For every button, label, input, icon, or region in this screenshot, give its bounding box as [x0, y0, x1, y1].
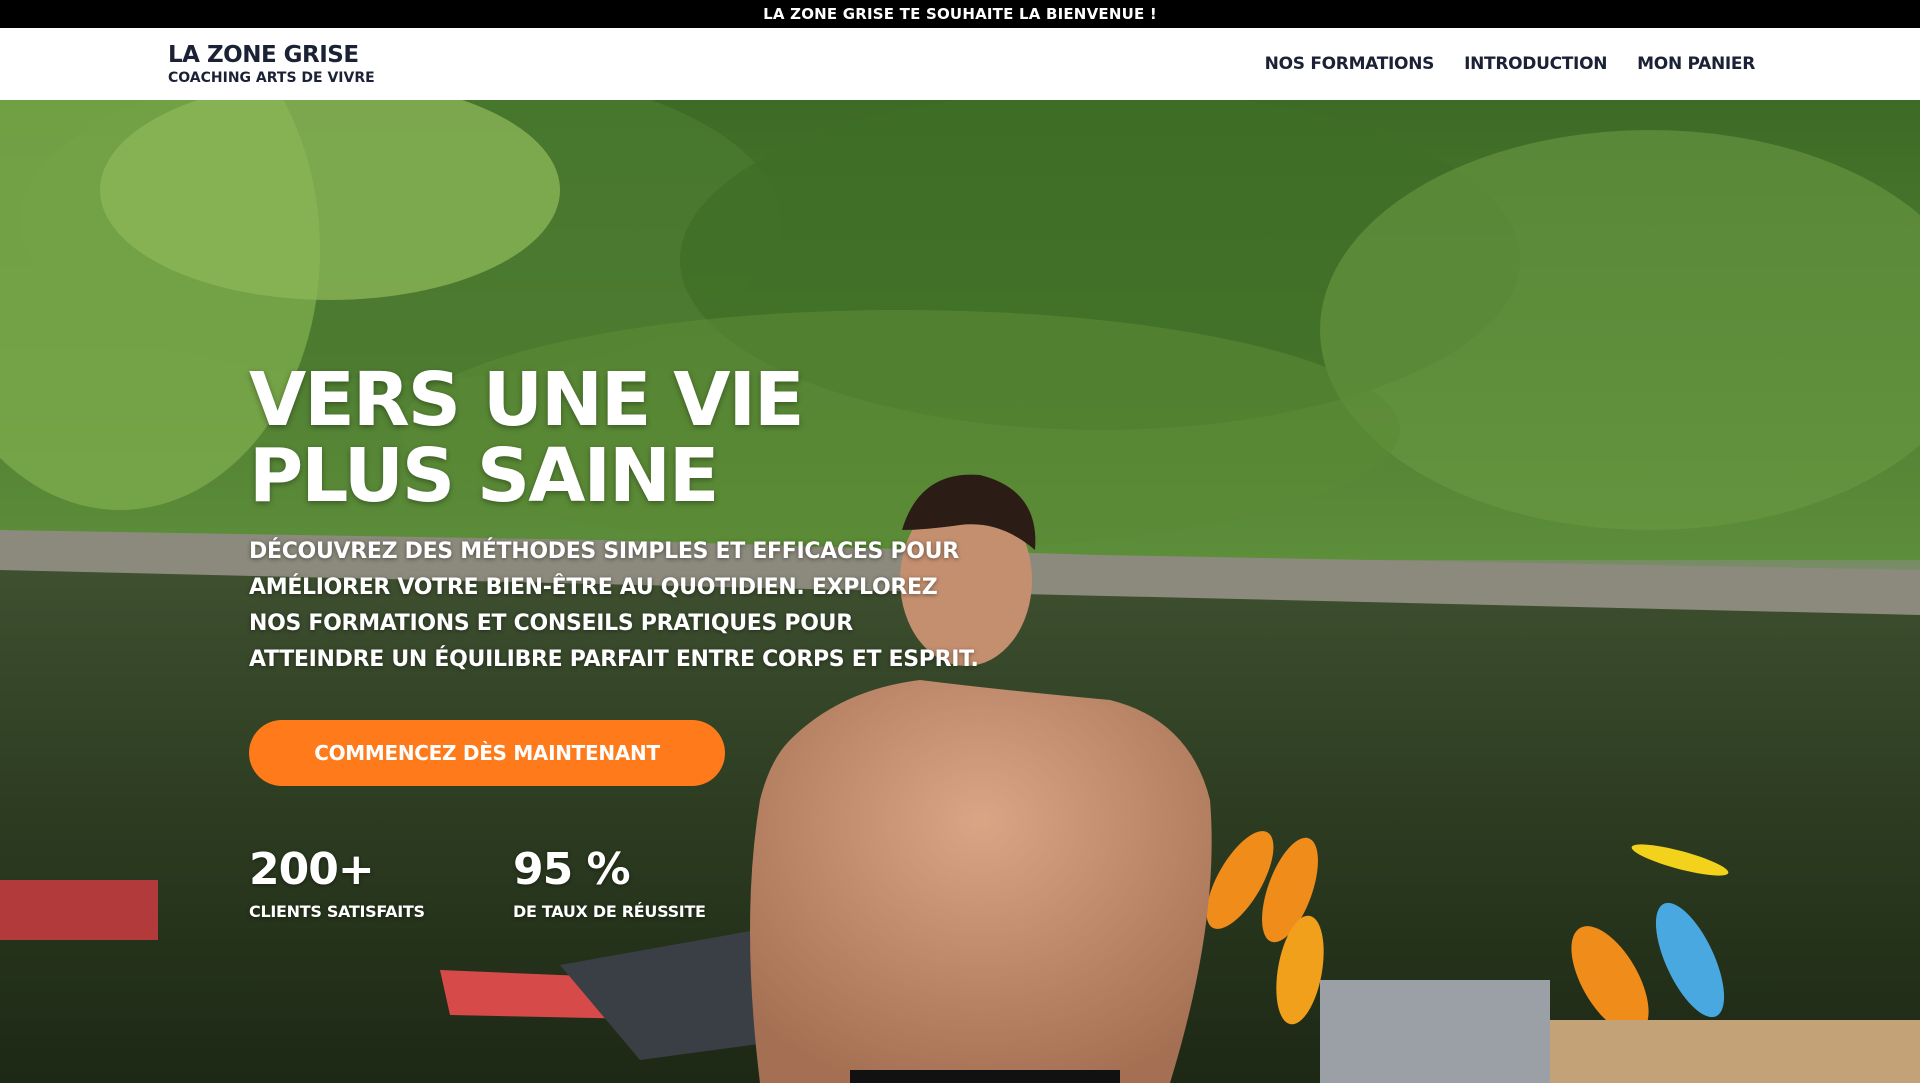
announcement-bar: LA ZONE GRISE TE SOUHAITE LA BIENVENUE !: [0, 0, 1920, 28]
hero-section: VERS UNE VIE PLUS SAINE DÉCOUVREZ DES MÉ…: [0, 100, 1920, 1083]
site-header: LA ZONE GRISE COACHING ARTS DE VIVRE NOS…: [0, 28, 1920, 100]
main-nav: NOS FORMATIONS INTRODUCTION MON PANIER: [1265, 54, 1756, 74]
brand-subtitle: COACHING ARTS DE VIVRE: [168, 70, 375, 86]
nav-link-formations[interactable]: NOS FORMATIONS: [1265, 54, 1435, 74]
brand-logo[interactable]: LA ZONE GRISE COACHING ARTS DE VIVRE: [168, 42, 375, 87]
hero-title-line-1: VERS UNE VIE: [249, 357, 805, 443]
hero-description: DÉCOUVREZ DES MÉTHODES SIMPLES ET EFFICA…: [249, 534, 1119, 678]
hero-title-line-2: PLUS SAINE: [249, 433, 719, 519]
stat-success-rate: 95 % DE TAUX DE RÉUSSITE: [513, 846, 706, 922]
nav-link-introduction[interactable]: INTRODUCTION: [1464, 54, 1607, 74]
stat-value: 200+: [249, 844, 375, 895]
brand-title: LA ZONE GRISE: [168, 42, 359, 68]
stat-clients: 200+ CLIENTS SATISFAITS: [249, 846, 425, 922]
hero-description-line: DÉCOUVREZ DES MÉTHODES SIMPLES ET EFFICA…: [249, 539, 959, 564]
hero-description-line: NOS FORMATIONS ET CONSEILS PRATIQUES POU…: [249, 611, 853, 636]
nav-link-cart[interactable]: MON PANIER: [1637, 54, 1755, 74]
stat-label: CLIENTS SATISFAITS: [249, 902, 425, 921]
hero-description-line: AMÉLIORER VOTRE BIEN-ÊTRE AU QUOTIDIEN. …: [249, 575, 938, 600]
stat-label: DE TAUX DE RÉUSSITE: [513, 902, 706, 921]
hero-title: VERS UNE VIE PLUS SAINE: [249, 362, 1049, 514]
hero-description-line: ATTEINDRE UN ÉQUILIBRE PARFAIT ENTRE COR…: [249, 647, 979, 672]
stat-value: 95 %: [513, 844, 631, 895]
announcement-text: LA ZONE GRISE TE SOUHAITE LA BIENVENUE !: [763, 5, 1157, 23]
start-now-button[interactable]: COMMENCEZ DÈS MAINTENANT: [249, 720, 725, 786]
